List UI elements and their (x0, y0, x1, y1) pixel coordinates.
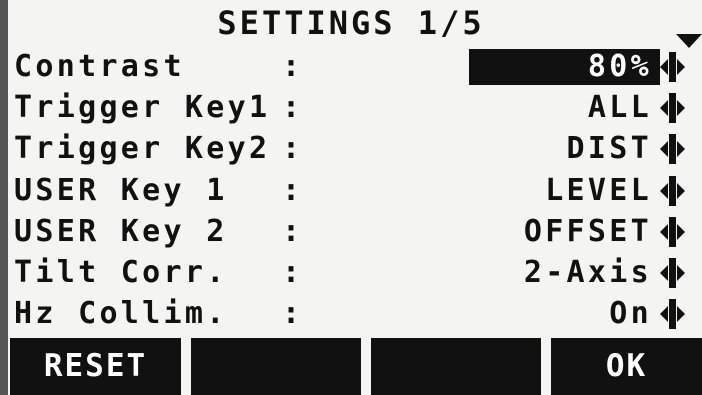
setting-row-hz-collim[interactable]: Hz Collim. : On (14, 293, 690, 334)
setting-label: Contrast (14, 49, 185, 84)
toggle-bar-icon (669, 257, 676, 288)
page-title: SETTINGS 1/5 (217, 4, 485, 42)
setting-row-tilt-corr[interactable]: Tilt Corr. : 2-Axis (14, 252, 690, 293)
left-arrow-icon (660, 182, 668, 199)
setting-separator: : (282, 213, 304, 249)
setting-separator: : (282, 131, 304, 167)
left-arrow-icon (660, 223, 668, 240)
left-right-toggle-icon[interactable] (660, 299, 686, 330)
left-arrow-icon (660, 59, 668, 75)
toggle-bar-icon (669, 216, 676, 247)
toggle-bar-icon (669, 175, 676, 206)
reset-button[interactable]: RESET (10, 338, 181, 395)
setting-separator: : (282, 49, 304, 84)
setting-separator: : (282, 172, 304, 208)
setting-row-contrast[interactable]: Contrast : 80% (14, 46, 690, 87)
settings-list: Contrast : 80% Trigger Key1 : ALL Trigge… (14, 46, 690, 334)
setting-label: Trigger Key2 (14, 131, 271, 167)
setting-label: Tilt Corr. (14, 254, 228, 290)
left-right-toggle-icon[interactable] (660, 52, 686, 82)
left-right-toggle-icon[interactable] (660, 175, 686, 206)
settings-screen: SETTINGS 1/5 Contrast : 80% Trigger Key1… (0, 0, 702, 395)
ok-button[interactable]: OK (551, 338, 702, 395)
toggle-bar-icon (669, 299, 676, 330)
left-arrow-icon (660, 100, 668, 117)
left-arrow-icon (660, 141, 668, 158)
left-right-toggle-icon[interactable] (660, 134, 686, 165)
setting-value[interactable]: ALL (588, 87, 652, 128)
screen-edge (0, 0, 8, 395)
right-arrow-icon (677, 141, 685, 158)
setting-row-trigger-key1[interactable]: Trigger Key1 : ALL (14, 87, 690, 128)
toggle-bar-icon (669, 134, 676, 165)
left-right-toggle-icon[interactable] (660, 216, 686, 247)
setting-value[interactable]: LEVEL (545, 170, 652, 211)
toggle-bar-icon (669, 52, 676, 82)
setting-label: USER Key 1 (14, 172, 228, 208)
setting-row-user-key-1[interactable]: USER Key 1 : LEVEL (14, 170, 690, 211)
softkey-bar: RESET OK (8, 338, 702, 395)
setting-label: Hz Collim. (14, 296, 228, 332)
right-arrow-icon (677, 59, 685, 75)
setting-label: USER Key 2 (14, 213, 228, 249)
left-arrow-icon (660, 306, 668, 323)
setting-value[interactable]: DIST (567, 128, 652, 169)
setting-value[interactable]: 80% (588, 46, 652, 87)
softkey-3-button[interactable] (371, 338, 541, 395)
softkey-2-button[interactable] (191, 338, 361, 395)
right-arrow-icon (677, 182, 685, 199)
left-arrow-icon (660, 264, 668, 281)
left-right-toggle-icon[interactable] (660, 93, 686, 124)
setting-separator: : (282, 90, 304, 126)
toggle-bar-icon (669, 93, 676, 124)
setting-value[interactable]: OFFSET (524, 211, 652, 252)
left-right-toggle-icon[interactable] (660, 257, 686, 288)
setting-row-user-key-2[interactable]: USER Key 2 : OFFSET (14, 211, 690, 252)
setting-row-trigger-key2[interactable]: Trigger Key2 : DIST (14, 128, 690, 169)
setting-label: Trigger Key1 (14, 90, 271, 126)
right-arrow-icon (677, 264, 685, 281)
setting-value[interactable]: On (609, 293, 652, 334)
setting-value[interactable]: 2-Axis (524, 252, 652, 293)
right-arrow-icon (677, 306, 685, 323)
right-arrow-icon (677, 223, 685, 240)
right-arrow-icon (677, 100, 685, 117)
setting-separator: : (282, 296, 304, 332)
setting-separator: : (282, 254, 304, 290)
